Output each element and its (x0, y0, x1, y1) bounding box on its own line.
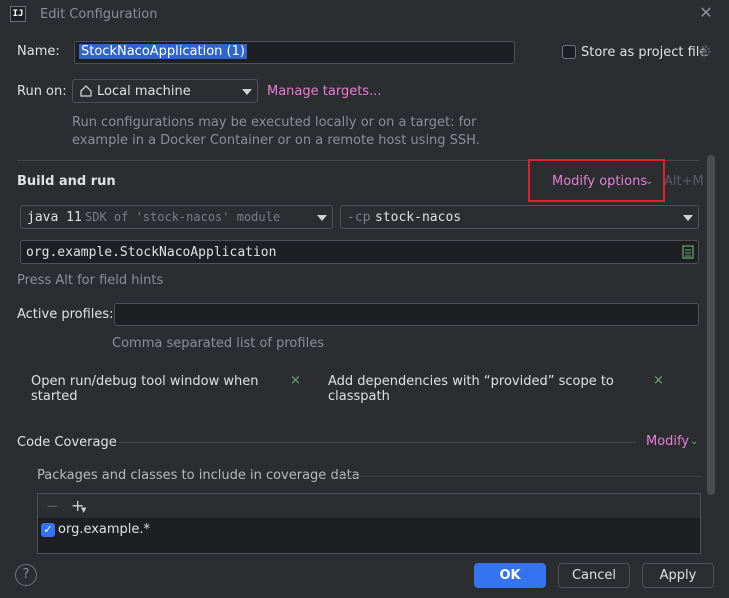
store-project-checkbox[interactable] (562, 45, 576, 59)
remove-icon[interactable]: − (46, 497, 59, 515)
divider (118, 442, 636, 443)
classpath-dropdown[interactable]: -cp stock-nacos (340, 205, 699, 229)
run-on-value: Local machine (97, 84, 191, 99)
intellij-icon: IJ (10, 6, 26, 22)
cp-value: stock-nacos (375, 210, 462, 225)
chevron-down-icon (683, 215, 693, 221)
close-icon[interactable]: × (653, 373, 664, 388)
chevron-down-icon: ▼ (81, 506, 87, 514)
title-bar: IJ Edit Configuration ✕ (0, 0, 729, 30)
chip-open-tool-window[interactable]: Open run/debug tool window when started … (24, 368, 305, 404)
coverage-pattern: org.example.* (58, 522, 151, 537)
gear-icon[interactable] (698, 44, 712, 58)
build-run-heading: Build and run (17, 174, 116, 189)
coverage-toolbar: − + ▼ (37, 493, 701, 519)
main-class-value: org.example.StockNacoApplication (26, 245, 277, 260)
packages-label: Packages and classes to include in cover… (37, 468, 360, 483)
scrollbar[interactable] (707, 155, 715, 495)
main-class-input[interactable]: org.example.StockNacoApplication (20, 240, 699, 264)
apply-button[interactable]: Apply (642, 563, 714, 588)
chip-label: Add dependencies with “provided” scope t… (328, 374, 614, 404)
home-icon (79, 84, 93, 98)
active-profiles-input[interactable] (114, 303, 699, 326)
close-icon[interactable]: × (290, 373, 301, 388)
manage-targets-link[interactable]: Manage targets... (267, 84, 381, 99)
active-profiles-hint: Comma separated list of profiles (112, 336, 324, 351)
run-on-hint-2: example in a Docker Container or on a re… (72, 133, 480, 148)
help-icon[interactable]: ? (15, 564, 37, 586)
cp-prefix: -cp (347, 210, 371, 225)
chevron-down-icon: ⌄ (690, 436, 699, 447)
name-input-value: StockNacoApplication (1) (79, 44, 247, 59)
coverage-list: ✓ org.example.* (37, 518, 701, 554)
modify-options-link[interactable]: Modify options (552, 174, 647, 189)
chip-provided-scope[interactable]: Add dependencies with “provided” scope t… (320, 368, 669, 404)
run-on-dropdown[interactable]: Local machine (72, 79, 258, 103)
name-input[interactable]: StockNacoApplication (1) (74, 41, 515, 64)
jdk-dropdown[interactable]: java 11 SDK of 'stock-nacos' module (20, 205, 333, 229)
chevron-down-icon (317, 215, 327, 221)
jdk-sub: SDK of 'stock-nacos' module (85, 210, 281, 224)
active-profiles-label: Active profiles: (17, 307, 114, 322)
coverage-modify-link[interactable]: Modify (646, 434, 689, 449)
jdk-value: java 11 (27, 210, 82, 225)
name-label: Name: (17, 44, 60, 59)
chevron-down-icon: ⌄ (645, 176, 654, 187)
window-title: Edit Configuration (40, 7, 158, 22)
run-on-label: Run on: (17, 84, 67, 99)
modify-options-shortcut: Alt+M (664, 174, 704, 189)
divider (333, 476, 701, 477)
close-icon[interactable]: ✕ (697, 4, 715, 22)
run-on-hint-1: Run configurations may be executed local… (72, 115, 477, 130)
ok-button[interactable]: OK (474, 563, 546, 588)
store-project-label: Store as project file (581, 45, 708, 60)
field-hint: Press Alt for field hints (17, 273, 164, 288)
code-coverage-heading: Code Coverage (17, 435, 117, 450)
cancel-button[interactable]: Cancel (558, 563, 630, 588)
checkmark-icon[interactable]: ✓ (41, 523, 55, 537)
browse-icon[interactable] (682, 245, 694, 259)
chip-label: Open run/debug tool window when started (31, 374, 259, 404)
chevron-down-icon (242, 89, 252, 95)
